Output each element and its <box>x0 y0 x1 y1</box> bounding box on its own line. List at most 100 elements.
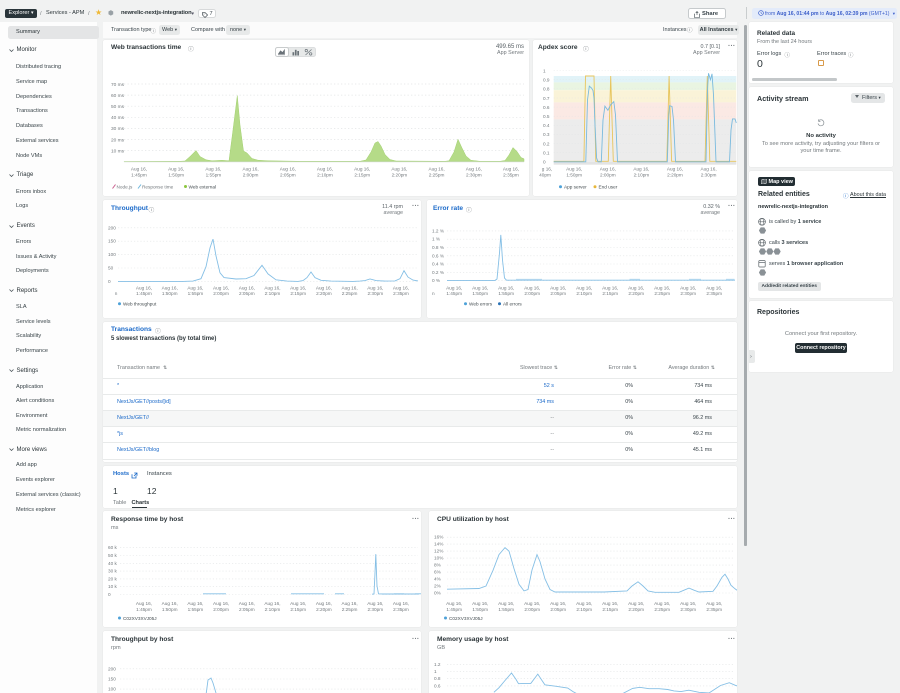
svg-text:Aug 16,: Aug 16, <box>498 286 514 291</box>
svg-text:2:05pm: 2:05pm <box>239 607 255 612</box>
svg-text:2:35pm: 2:35pm <box>706 607 722 612</box>
svg-text:Aug 16,: Aug 16, <box>472 286 488 291</box>
svg-text:1:50pm: 1:50pm <box>168 173 184 178</box>
svg-text:2:20pm: 2:20pm <box>667 173 683 178</box>
svg-text:30 k: 30 k <box>108 569 118 574</box>
svg-text:Web errors: Web errors <box>469 302 493 307</box>
svg-text:50: 50 <box>108 266 114 271</box>
svg-text:Aug 16,: Aug 16, <box>602 601 618 606</box>
svg-text:10%: 10% <box>434 556 443 561</box>
svg-text:2:10pm: 2:10pm <box>317 173 333 178</box>
svg-text:Aug 16,: Aug 16, <box>316 601 332 606</box>
svg-text:60 ms: 60 ms <box>111 93 125 99</box>
svg-text:2:25pm: 2:25pm <box>429 173 445 178</box>
svg-text:6%: 6% <box>434 570 441 575</box>
svg-text:2:25pm: 2:25pm <box>342 291 358 296</box>
svg-text:Aug 16,: Aug 16, <box>131 167 147 172</box>
svg-text:Aug 16,: Aug 16, <box>600 167 616 172</box>
svg-text:200: 200 <box>108 666 116 671</box>
svg-text:2:10pm: 2:10pm <box>576 607 592 612</box>
svg-text:Aug 16,: Aug 16, <box>566 167 582 172</box>
svg-text:2:25pm: 2:25pm <box>654 291 670 296</box>
svg-text:2:10pm: 2:10pm <box>576 291 592 296</box>
svg-text:Aug 16,: Aug 16, <box>205 167 221 172</box>
svg-text:n: n <box>115 291 118 296</box>
svg-text:Aug 16,: Aug 16, <box>472 601 488 606</box>
svg-text:Aug 16,: Aug 16, <box>290 286 306 291</box>
svg-text:2:30pm: 2:30pm <box>701 173 717 178</box>
svg-text:150: 150 <box>108 677 116 682</box>
svg-text:2:05pm: 2:05pm <box>550 607 566 612</box>
svg-text:0.5: 0.5 <box>543 114 550 119</box>
svg-text:0: 0 <box>108 279 111 284</box>
svg-text:0.7: 0.7 <box>543 96 550 101</box>
svg-text:App server: App server <box>564 185 587 190</box>
svg-text:Aug 16,: Aug 16, <box>367 601 383 606</box>
svg-text:Aug 16,: Aug 16, <box>187 286 203 291</box>
svg-text:1:55pm: 1:55pm <box>206 173 222 178</box>
svg-text:0%: 0% <box>434 591 441 596</box>
svg-text:60 k: 60 k <box>108 545 118 550</box>
svg-text:2:25pm: 2:25pm <box>654 607 670 612</box>
svg-text:Aug 16,: Aug 16, <box>393 601 409 606</box>
svg-text:2:30pm: 2:30pm <box>680 607 696 612</box>
svg-text:2:30pm: 2:30pm <box>367 291 383 296</box>
svg-text:0.4 %: 0.4 % <box>432 262 444 267</box>
svg-text:C02XV3XVJ05J: C02XV3XVJ05J <box>123 616 157 621</box>
svg-text:Web external: Web external <box>189 184 217 189</box>
svg-text:Aug 16,: Aug 16, <box>498 601 514 606</box>
svg-text:16%: 16% <box>434 535 443 540</box>
svg-text:0.1: 0.1 <box>543 151 550 156</box>
svg-text:0.6: 0.6 <box>543 105 550 110</box>
svg-text:1:50pm: 1:50pm <box>162 607 178 612</box>
svg-text:Aug 16,: Aug 16, <box>391 167 407 172</box>
svg-text:2:20pm: 2:20pm <box>628 291 644 296</box>
svg-text:Aug 16,: Aug 16, <box>466 167 482 172</box>
svg-text:Aug 16,: Aug 16, <box>503 167 519 172</box>
svg-text:Aug 16,: Aug 16, <box>393 286 409 291</box>
svg-text:Aug 16,: Aug 16, <box>667 167 683 172</box>
svg-text:Aug 16,: Aug 16, <box>602 286 618 291</box>
svg-text:Aug 16,: Aug 16, <box>280 167 296 172</box>
svg-text:1:45pm: 1:45pm <box>446 607 462 612</box>
svg-text:1.2 %: 1.2 % <box>432 228 444 233</box>
svg-text:8%: 8% <box>434 563 441 568</box>
svg-text:Aug 16,: Aug 16, <box>680 601 696 606</box>
svg-text:2:00pm: 2:00pm <box>600 173 616 178</box>
svg-text:Aug 16,: Aug 16, <box>290 601 306 606</box>
svg-text:Aug 16,: Aug 16, <box>628 601 644 606</box>
svg-text:Aug 16,: Aug 16, <box>576 601 592 606</box>
svg-text:0: 0 <box>543 160 546 165</box>
svg-text:1:50pm: 1:50pm <box>472 607 488 612</box>
svg-text:2:05pm: 2:05pm <box>239 291 255 296</box>
svg-text:Aug 16,: Aug 16, <box>136 286 152 291</box>
svg-text:Aug 16,: Aug 16, <box>317 167 333 172</box>
svg-text:0 %: 0 % <box>432 278 440 283</box>
svg-text:2:10pm: 2:10pm <box>265 291 281 296</box>
svg-text:1: 1 <box>434 669 437 674</box>
svg-text:1:50pm: 1:50pm <box>162 291 178 296</box>
svg-text:Response time: Response time <box>142 184 174 189</box>
svg-text:Aug 16,: Aug 16, <box>576 286 592 291</box>
svg-text:0.8 %: 0.8 % <box>432 245 444 250</box>
svg-text:Aug 16,: Aug 16, <box>654 286 670 291</box>
svg-text:Aug 16,: Aug 16, <box>264 601 280 606</box>
svg-text:0: 0 <box>108 592 111 597</box>
svg-text:Aug 16,: Aug 16, <box>429 167 445 172</box>
svg-text:Aug 16,: Aug 16, <box>264 286 280 291</box>
svg-text:70 ms: 70 ms <box>111 82 125 88</box>
svg-text:1:55pm: 1:55pm <box>188 291 204 296</box>
svg-text:2:15pm: 2:15pm <box>354 173 370 178</box>
svg-text:0.4: 0.4 <box>543 123 550 128</box>
svg-text:40pm: 40pm <box>539 173 551 178</box>
svg-text:2:00pm: 2:00pm <box>524 607 540 612</box>
svg-text:n: n <box>432 291 435 296</box>
svg-text:2:15pm: 2:15pm <box>602 607 618 612</box>
svg-text:Aug 16,: Aug 16, <box>446 286 462 291</box>
svg-text:Aug 16,: Aug 16, <box>243 167 259 172</box>
svg-text:2:10pm: 2:10pm <box>634 173 650 178</box>
svg-text:1:45pm: 1:45pm <box>446 291 462 296</box>
svg-text:Aug 16,: Aug 16, <box>316 286 332 291</box>
svg-text:2:00pm: 2:00pm <box>524 291 540 296</box>
svg-text:2:20pm: 2:20pm <box>392 173 408 178</box>
